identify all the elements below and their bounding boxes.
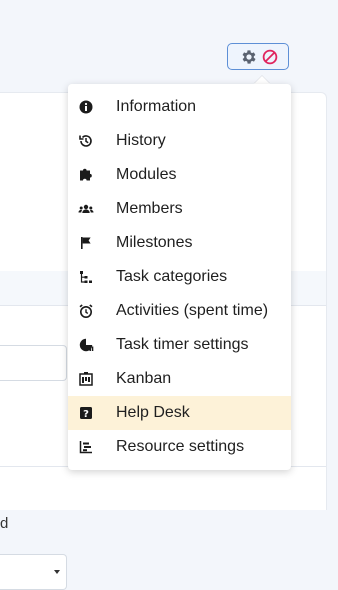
menu-item-label: Modules	[116, 166, 177, 183]
kanban-icon	[78, 371, 94, 387]
tree-icon	[78, 269, 94, 285]
menu-item-label: Members	[116, 200, 183, 217]
menu-item-task-timer-settings[interactable]: Task timer settings	[68, 328, 291, 362]
settings-menu: Information History Modules Members Mile…	[68, 84, 291, 470]
menu-item-label: Help Desk	[116, 404, 190, 421]
menu-item-history[interactable]: History	[68, 124, 291, 158]
panel-text-input[interactable]	[0, 345, 67, 381]
panel-select[interactable]	[0, 554, 67, 590]
menu-item-kanban[interactable]: Kanban	[68, 362, 291, 396]
menu-item-milestones[interactable]: Milestones	[68, 226, 291, 260]
menu-item-label: Task categories	[116, 268, 228, 285]
menu-item-resource-settings[interactable]: Resource settings	[68, 430, 291, 464]
menu-item-label: Milestones	[116, 234, 193, 251]
settings-button[interactable]	[227, 43, 289, 70]
caret-down-icon	[54, 570, 60, 574]
menu-item-activities[interactable]: Activities (spent time)	[68, 294, 291, 328]
puzzle-icon	[78, 167, 94, 183]
resource-icon	[78, 439, 94, 455]
alarm-clock-icon	[78, 303, 94, 319]
flag-icon	[78, 235, 94, 251]
menu-item-label: Information	[116, 98, 197, 115]
gear-icon	[240, 48, 258, 71]
menu-item-members[interactable]: Members	[68, 192, 291, 226]
menu-item-label: Task timer settings	[116, 336, 249, 353]
menu-item-task-categories[interactable]: Task categories	[68, 260, 291, 294]
menu-item-label: Activities (spent time)	[116, 302, 269, 319]
history-icon	[78, 133, 94, 149]
menu-caret	[254, 76, 270, 84]
users-icon	[78, 201, 94, 217]
menu-item-label: History	[116, 132, 166, 149]
help-icon: ?	[78, 405, 94, 421]
timer-icon	[78, 337, 94, 353]
ban-icon	[261, 48, 279, 71]
menu-item-label: Resource settings	[116, 438, 245, 455]
menu-item-information[interactable]: Information	[68, 90, 291, 124]
menu-item-label: Kanban	[116, 370, 172, 387]
panel-partial-label: d	[0, 515, 9, 532]
menu-item-modules[interactable]: Modules	[68, 158, 291, 192]
menu-item-help-desk[interactable]: ? Help Desk	[68, 396, 291, 430]
info-circle-icon	[78, 99, 94, 115]
svg-text:?: ?	[83, 409, 89, 420]
